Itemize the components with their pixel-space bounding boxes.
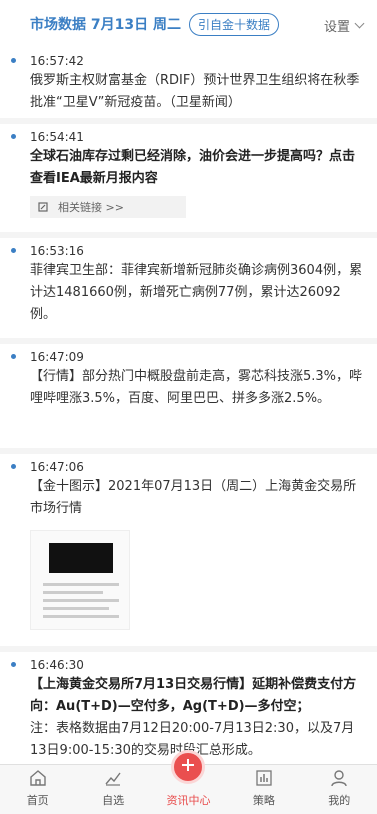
trend-icon (105, 772, 121, 786)
timeline-dot (11, 58, 16, 63)
news-time: 16:46:30 (30, 658, 84, 672)
tab-strategy[interactable]: 策略 (226, 764, 301, 814)
news-item[interactable]: 16:57:42 俄罗斯主权财富基金（RDIF）预计世界卫生组织将在秋季批准“卫… (0, 48, 377, 124)
market-chart-thumbnail[interactable] (30, 530, 130, 630)
tab-label: 策略 (252, 794, 275, 807)
page-title: 市场数据 7月13日 周二 (30, 17, 181, 33)
home-icon (29, 770, 46, 786)
tab-home[interactable]: 首页 (0, 764, 75, 814)
thumbnail-row (43, 607, 109, 610)
chevron-down-icon (354, 18, 365, 29)
thumbnail-row (43, 599, 119, 602)
related-link[interactable]: 相关链接 >> (30, 196, 186, 218)
tab-watchlist[interactable]: 自选 (76, 764, 151, 814)
news-item[interactable]: 16:54:41 全球石油库存过剩已经消除，油价会进一步提高吗？点击查看IEA最… (0, 124, 377, 238)
plus-icon (171, 750, 206, 784)
settings-dropdown[interactable]: 设置 (323, 16, 365, 35)
thumbnail-row (43, 591, 103, 594)
news-time: 16:54:41 (30, 130, 84, 144)
news-time: 16:47:09 (30, 350, 84, 364)
news-item[interactable]: 16:47:09 【行情】部分热门中概股盘前走高，雾芯科技涨5.3%，哔哩哔哩涨… (0, 344, 377, 454)
news-time: 16:57:42 (30, 54, 84, 68)
news-content: 【行情】部分热门中概股盘前走高，雾芯科技涨5.3%，哔哩哔哩涨3.5%，百度、阿… (30, 369, 363, 406)
news-content: 【金十图示】2021年07月13日（周二）上海黄金交易所市场行情 (30, 479, 357, 516)
timeline-dot (11, 464, 16, 469)
timeline-dot (11, 662, 16, 667)
tab-label: 自选 (102, 794, 125, 807)
bar-chart-icon (256, 770, 272, 786)
header: 市场数据 7月13日 周二 引自金十数据 设置 (0, 0, 377, 48)
tab-label: 我的 (328, 794, 351, 807)
news-feed[interactable]: 16:57:42 俄罗斯主权财富基金（RDIF）预计世界卫生组织将在秋季批准“卫… (0, 48, 377, 764)
settings-label: 设置 (323, 20, 350, 35)
tab-label: 首页 (26, 794, 49, 807)
thumbnail-row (43, 583, 119, 586)
thumbnail-banner (49, 543, 113, 573)
tab-profile[interactable]: 我的 (302, 764, 377, 814)
news-time: 16:53:16 (30, 244, 84, 258)
news-content[interactable]: 全球石油库存过剩已经消除，油价会进一步提高吗？点击查看IEA最新月报内容 (30, 146, 363, 190)
news-item[interactable]: 16:53:16 菲律宾卫生部：菲律宾新增新冠肺炎确诊病例3604例，累计达14… (0, 238, 377, 344)
news-content-bold: 【上海黄金交易所7月13日交易行情】延期补偿费支付方向：Au(T+D)—空付多，… (30, 677, 357, 714)
news-item[interactable]: 16:46:30 【上海黄金交易所7月13日交易行情】延期补偿费支付方向：Au(… (0, 652, 377, 764)
news-content: 菲律宾卫生部：菲律宾新增新冠肺炎确诊病例3604例，累计达1481660例，新增… (30, 263, 363, 322)
news-item[interactable]: 16:47:06 【金十图示】2021年07月13日（周二）上海黄金交易所市场行… (0, 454, 377, 652)
news-content: 俄罗斯主权财富基金（RDIF）预计世界卫生组织将在秋季批准“卫星V”新冠疫苗。（… (30, 73, 360, 110)
link-icon (38, 202, 48, 212)
tab-news-center[interactable]: 资讯中心 (151, 750, 226, 814)
tab-label: 资讯中心 (166, 794, 211, 807)
timeline-dot (11, 354, 16, 359)
source-badge[interactable]: 引自金十数据 (188, 12, 279, 36)
thumbnail-row (43, 615, 119, 618)
timeline-dot (11, 134, 16, 139)
bottom-tab-bar: 首页 自选 资讯中心 策略 我的 (0, 750, 377, 814)
timeline-dot (11, 248, 16, 253)
related-link-label: 相关链接 >> (58, 201, 124, 214)
user-icon (331, 770, 347, 787)
news-time: 16:47:06 (30, 460, 84, 474)
